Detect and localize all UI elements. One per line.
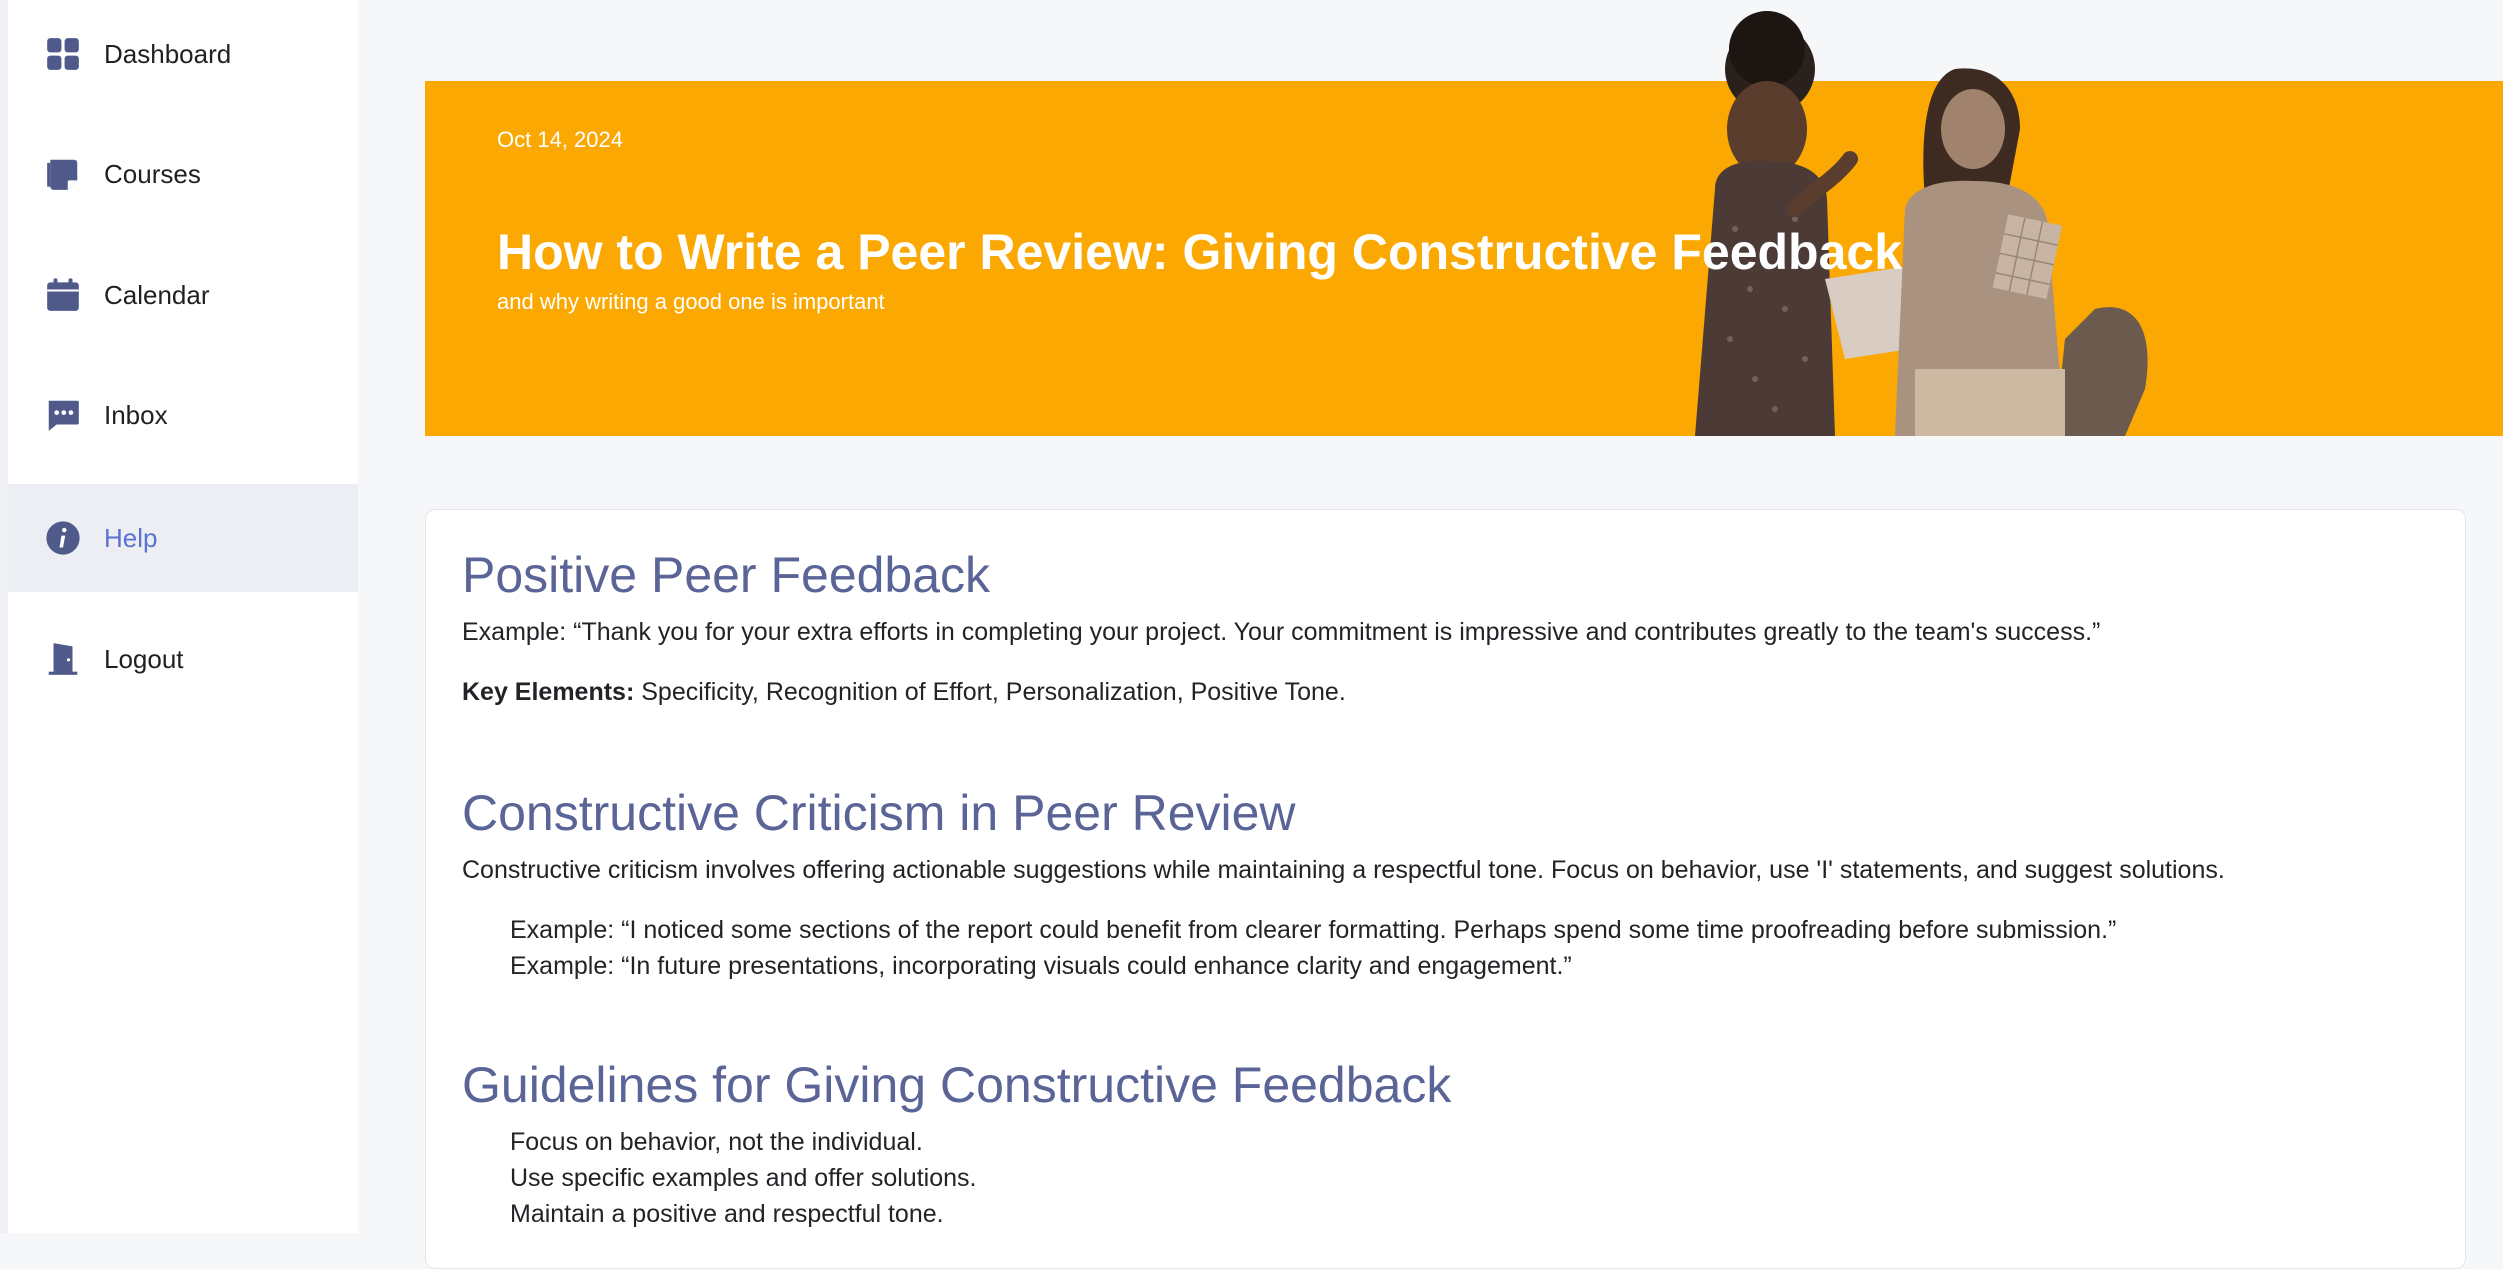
sidebar-item-logout[interactable]: Logout <box>8 605 358 713</box>
key-elements-label: Key Elements: <box>462 678 635 706</box>
section-heading-constructive-criticism: Constructive Criticism in Peer Review <box>462 785 1296 841</box>
section-heading-positive-feedback: Positive Peer Feedback <box>462 547 991 603</box>
article-date: Oct 14, 2024 <box>497 127 623 152</box>
sidebar-item-label: Dashboard <box>104 38 232 69</box>
guideline-item: Use specific examples and offer solution… <box>510 1164 977 1192</box>
sidebar-item-label: Calendar <box>104 279 210 310</box>
key-elements-line: Key Elements: Specificity, Recognition o… <box>462 678 1346 707</box>
positive-feedback-example: Example: “Thank you for your extra effor… <box>462 618 2101 646</box>
grid-icon <box>44 35 82 73</box>
article-subtitle: and why writing a good one is important <box>497 289 885 314</box>
sidebar: Dashboard Courses Calendar Inbox Help Lo… <box>0 0 358 1233</box>
key-elements-text: Specificity, Recognition of Effort, Pers… <box>634 678 1346 706</box>
guideline-item: Maintain a positive and respectful tone. <box>510 1200 944 1228</box>
sidebar-item-help[interactable]: Help <box>8 484 358 592</box>
constructive-example-item: Example: “I noticed some sections of the… <box>510 916 2117 944</box>
sidebar-item-courses[interactable]: Courses <box>8 120 358 228</box>
sidebar-item-label: Logout <box>104 643 184 674</box>
article-hero-banner: Oct 14, 2024 How to Write a Peer Review:… <box>425 11 2503 436</box>
sidebar-item-dashboard[interactable]: Dashboard <box>8 0 358 108</box>
constructive-example-item: Example: “In future presentations, incor… <box>510 952 1572 980</box>
sidebar-item-inbox[interactable]: Inbox <box>8 361 358 469</box>
constructive-criticism-intro: Constructive criticism involves offering… <box>462 856 2225 884</box>
sidebar-item-calendar[interactable]: Calendar <box>8 241 358 349</box>
sidebar-item-label: Help <box>104 522 158 553</box>
guideline-item: Focus on behavior, not the individual. <box>510 1128 923 1156</box>
info-icon <box>44 519 82 557</box>
section-heading-guidelines: Guidelines for Giving Constructive Feedb… <box>462 1057 1452 1113</box>
courses-icon <box>44 155 82 193</box>
calendar-icon <box>44 276 82 314</box>
article-content-card: Positive Peer Feedback Example: “Thank y… <box>425 509 2466 1269</box>
article-title: How to Write a Peer Review: Giving Const… <box>497 224 1903 280</box>
chat-icon <box>44 396 82 434</box>
sidebar-item-label: Courses <box>104 158 201 189</box>
door-icon <box>44 640 82 678</box>
sidebar-item-label: Inbox <box>104 399 168 430</box>
